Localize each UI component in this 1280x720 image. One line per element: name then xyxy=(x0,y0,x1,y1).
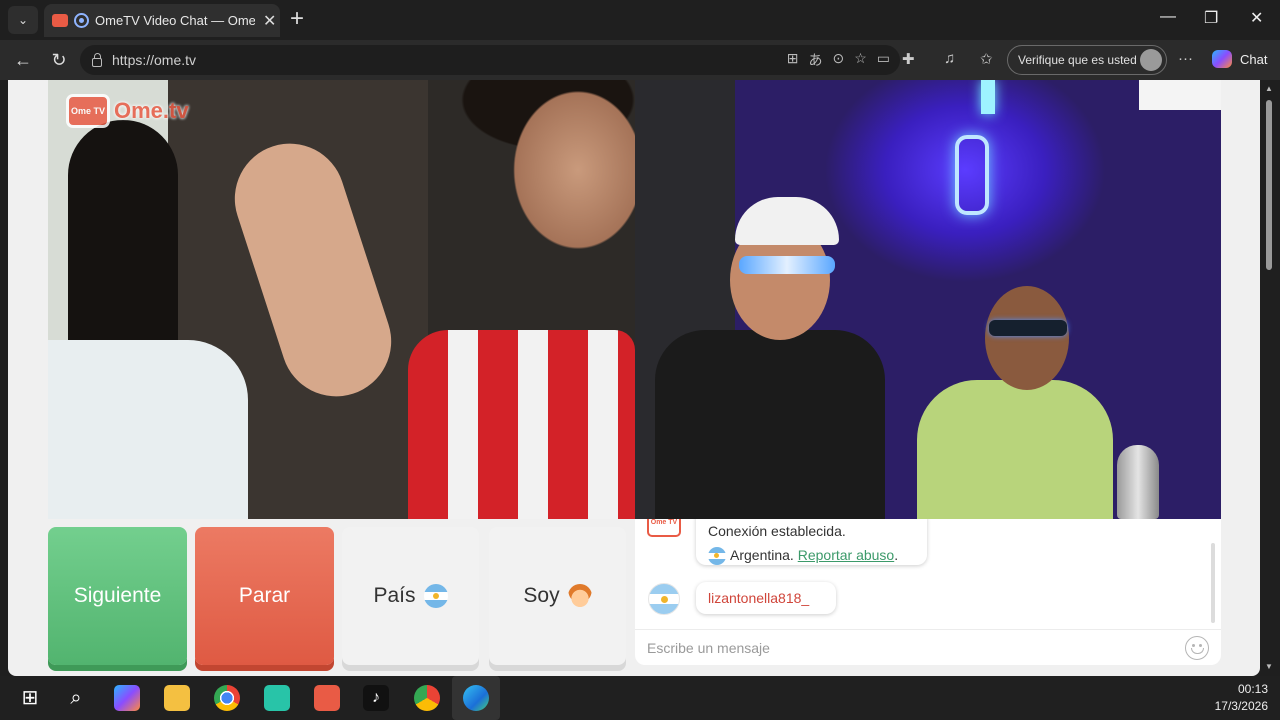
reload-icon[interactable]: ↻ xyxy=(46,48,72,72)
browser-tab-active[interactable]: OmeTV Video Chat — Omegle ✕ xyxy=(44,4,280,37)
video-figure xyxy=(981,80,995,114)
settings-more-icon[interactable]: ··· xyxy=(1178,50,1193,67)
video-figure xyxy=(985,286,1069,390)
emoji-smiley-icon[interactable] xyxy=(1185,636,1209,660)
recording-indicator-icon xyxy=(74,13,89,28)
system-message: Conexión establecida. Argentina. Reporta… xyxy=(696,519,927,566)
scroll-down-icon[interactable]: ▼ xyxy=(1265,662,1273,671)
close-window-icon[interactable]: ✕ xyxy=(1250,8,1263,28)
scrollbar-thumb[interactable] xyxy=(1266,100,1272,270)
page-scrollbar[interactable]: ▲ ▼ xyxy=(1260,80,1280,676)
windows-taskbar: ⊞ ⌕ ♪ 00:13 17/3/2026 xyxy=(0,676,1280,720)
ometv-logo-text: Ome.tv xyxy=(114,98,189,123)
report-abuse-link[interactable]: Reportar abuso xyxy=(798,547,895,563)
app-available-icon[interactable]: ⊞ xyxy=(787,50,799,70)
argentina-flag-icon xyxy=(423,584,448,608)
video-figure xyxy=(735,197,839,245)
next-button[interactable]: Siguiente xyxy=(48,527,187,665)
video-figure xyxy=(48,340,248,519)
scroll-up-icon[interactable]: ▲ xyxy=(1265,84,1273,93)
copilot-taskbar-icon[interactable] xyxy=(114,685,140,711)
tv-favicon-icon xyxy=(52,14,68,27)
argentina-flag-icon xyxy=(708,547,726,566)
video-figure xyxy=(739,256,835,274)
chat-message-input[interactable]: Escribe un mensaje xyxy=(635,629,1221,665)
stop-label: Parar xyxy=(238,584,291,607)
report-suffix: . xyxy=(894,547,899,563)
system-ometv-icon: Ome TV xyxy=(647,519,681,537)
stop-button[interactable]: Parar xyxy=(195,527,334,665)
address-bar[interactable]: https://ome.tv ⊞ あ ⊙ ☆ ▭ xyxy=(80,45,900,75)
gender-select-button[interactable]: Soy xyxy=(489,527,626,665)
clock-time: 00:13 xyxy=(1237,682,1268,696)
new-tab-button[interactable]: + xyxy=(290,6,304,32)
chat-messages[interactable]: Ome TV Conexión establecida. Argentina. … xyxy=(635,519,1221,629)
chrome-profile-icon[interactable] xyxy=(414,685,440,711)
back-arrow-icon[interactable]: ← xyxy=(10,48,36,72)
more-options-circle-icon[interactable]: ⊙ xyxy=(832,50,844,70)
profile-button[interactable]: Verifique que es usted xyxy=(1007,45,1167,75)
page-content: Ome TV Ome.tv Siguiente Parar País Soy O… xyxy=(8,80,1260,676)
media-control-icon[interactable]: ♫ xyxy=(944,50,955,67)
windows-start-icon[interactable]: ⊞ xyxy=(17,685,43,711)
tab-actions-menu-button[interactable]: ⌄ xyxy=(8,6,38,34)
partner-flag-avatar xyxy=(648,583,680,615)
close-tab-icon[interactable]: ✕ xyxy=(263,11,276,31)
local-video: Ome TV Ome.tv xyxy=(48,80,635,519)
partner-video xyxy=(635,80,1221,519)
video-figure xyxy=(408,330,635,519)
connection-status-text: Conexión establecida. xyxy=(708,523,846,539)
chat-label: Chat xyxy=(1240,51,1268,67)
country-filter-button[interactable]: País xyxy=(342,527,479,665)
profile-label: Verifique que es usted xyxy=(1018,53,1137,67)
clock-date: 17/3/2026 xyxy=(1214,699,1268,713)
browser-toolbar: ← ↻ https://ome.tv ⊞ あ ⊙ ☆ ▭ ✚ ♫ ✩ Verif… xyxy=(0,40,1280,80)
boy-emoji-icon xyxy=(567,584,592,608)
video-figure xyxy=(917,380,1113,519)
profile-avatar xyxy=(1140,49,1162,71)
chat-scrollbar[interactable] xyxy=(1211,543,1215,623)
favorites-icon[interactable]: ✩ xyxy=(980,50,993,68)
system-clock[interactable]: 00:13 17/3/2026 xyxy=(1215,681,1268,715)
copilot-chat-button[interactable]: Chat xyxy=(1212,50,1267,68)
partner-username[interactable]: lizantonella818_ xyxy=(696,582,836,614)
me-label: Soy xyxy=(523,584,560,607)
translate-icon[interactable]: あ xyxy=(808,50,822,70)
whatsapp-style-app-icon[interactable] xyxy=(264,685,290,711)
chat-panel: Ome TV Conexión establecida. Argentina. … xyxy=(635,519,1221,665)
edge-icon[interactable] xyxy=(463,685,489,711)
url-text: https://ome.tv xyxy=(112,52,197,68)
partner-country: Argentina. xyxy=(730,547,794,563)
chrome-icon[interactable] xyxy=(214,685,240,711)
video-figure xyxy=(1117,445,1159,519)
lock-icon xyxy=(92,52,102,67)
video-figure xyxy=(655,330,885,519)
ometv-taskbar-icon[interactable] xyxy=(314,685,340,711)
country-label: País xyxy=(373,584,416,607)
video-figure xyxy=(989,320,1067,336)
favorite-star-icon[interactable]: ☆ xyxy=(854,50,867,70)
minimize-icon[interactable]: — xyxy=(1160,8,1176,26)
extensions-icon[interactable]: ✚ xyxy=(902,50,915,68)
restore-icon[interactable]: ❐ xyxy=(1204,8,1218,28)
video-figure xyxy=(955,135,989,215)
tiktok-icon[interactable]: ♪ xyxy=(363,685,389,711)
file-explorer-icon[interactable] xyxy=(164,685,190,711)
search-icon[interactable]: ⌕ xyxy=(63,685,89,711)
ometv-logo: Ome TV Ome.tv xyxy=(66,94,189,128)
video-figure xyxy=(1139,80,1221,110)
ometv-logo-badge: Ome TV xyxy=(66,94,110,128)
camera-in-use-icon[interactable]: ▭ xyxy=(877,50,890,70)
video-figure xyxy=(220,129,406,411)
tab-title: OmeTV Video Chat — Omegle xyxy=(95,13,255,28)
next-label: Siguiente xyxy=(73,584,162,607)
browser-tab-bar: ⌄ OmeTV Video Chat — Omegle ✕ + — ❐ ✕ xyxy=(0,0,1280,40)
copilot-icon xyxy=(1212,50,1232,68)
